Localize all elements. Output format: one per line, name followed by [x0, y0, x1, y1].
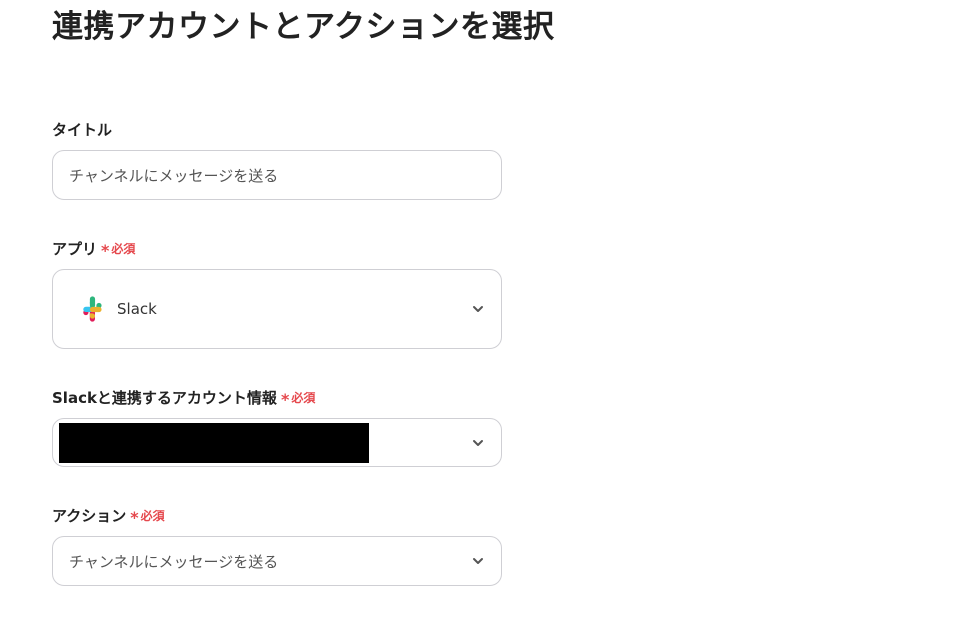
title-field: タイトル	[52, 119, 502, 200]
required-asterisk: *	[101, 241, 110, 260]
chevron-down-icon	[473, 558, 483, 564]
title-label: タイトル	[52, 119, 502, 141]
action-select[interactable]: チャンネルにメッセージを送る	[52, 536, 502, 586]
action-field: アクション * 必須 チャンネルにメッセージを送る	[52, 505, 502, 586]
required-asterisk: *	[280, 390, 290, 409]
required-badge: * 必須	[130, 505, 164, 527]
action-label: アクション * 必須	[52, 505, 502, 527]
page: 連携アカウントとアクションを選択 タイトル アプリ * 必須	[0, 0, 972, 625]
required-badge: * 必須	[281, 387, 315, 409]
chevron-down-icon	[473, 439, 483, 446]
account-select[interactable]	[52, 418, 502, 467]
app-label-text: アプリ	[52, 240, 98, 258]
chevron-down-icon	[473, 306, 483, 312]
app-label: アプリ * 必須	[52, 238, 502, 260]
required-badge: * 必須	[101, 238, 135, 260]
required-text: 必須	[111, 242, 136, 256]
required-text: 必須	[140, 509, 165, 523]
title-label-text: タイトル	[52, 121, 113, 139]
action-label-text: アクション	[52, 507, 127, 525]
app-field: アプリ * 必須 Slack	[52, 238, 502, 349]
redacted-account-value	[59, 422, 369, 463]
slack-logo-icon	[83, 296, 102, 322]
required-text: 必須	[291, 391, 316, 405]
page-title: 連携アカウントとアクションを選択	[52, 9, 555, 45]
required-asterisk: *	[130, 508, 139, 527]
account-field: Slackと連携するアカウント情報 * 必須	[52, 387, 502, 467]
selected-action: チャンネルにメッセージを送る	[69, 552, 279, 571]
app-select[interactable]: Slack	[52, 269, 502, 349]
account-label-text: Slackと連携するアカウント情報	[52, 389, 277, 407]
account-label: Slackと連携するアカウント情報 * 必須	[52, 387, 502, 409]
selected-app: Slack	[117, 300, 157, 318]
title-input[interactable]	[52, 150, 502, 200]
